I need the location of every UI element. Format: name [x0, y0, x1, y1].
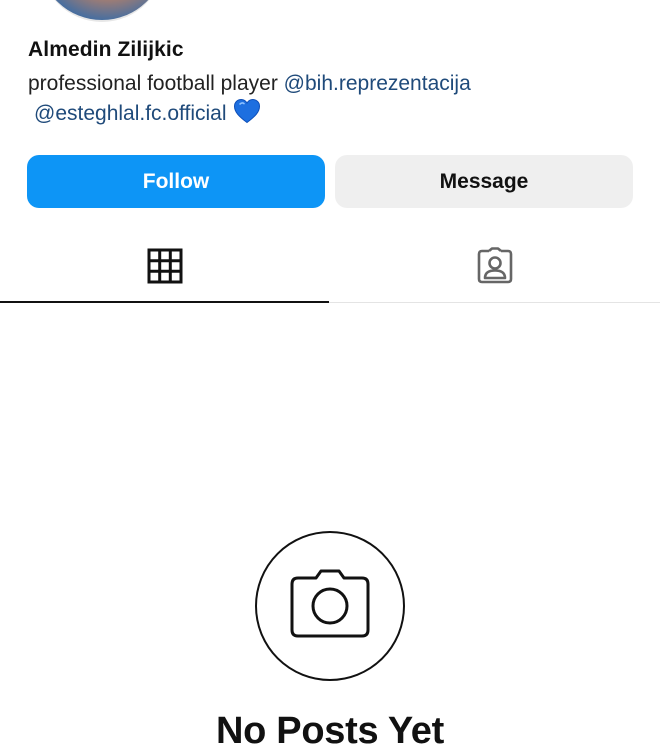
profile-avatar-container[interactable]	[40, 0, 164, 22]
message-button[interactable]: Message	[335, 155, 633, 208]
profile-name: Almedin Zilijkic	[28, 38, 184, 61]
profile-bio: professional football player @bih.reprez…	[28, 70, 648, 98]
camera-icon	[288, 568, 372, 645]
follow-button[interactable]: Follow	[27, 155, 325, 208]
profile-bio-line-2: @esteghlal.fc.official	[34, 98, 261, 132]
blue-heart-icon	[233, 98, 261, 132]
avatar[interactable]	[40, 0, 164, 22]
tab-tagged[interactable]	[329, 232, 660, 304]
tab-divider	[329, 302, 660, 303]
empty-state-icon-circle	[255, 531, 405, 681]
grid-icon	[147, 248, 183, 289]
bio-mention-esteghlal[interactable]: @esteghlal.fc.official	[34, 102, 227, 125]
bio-mention-bih[interactable]: @bih.reprezentacija	[284, 72, 471, 95]
bio-text: professional football player	[28, 72, 278, 95]
tab-posts-active-indicator	[0, 301, 329, 303]
tab-posts[interactable]	[0, 232, 329, 304]
tagged-person-icon	[476, 246, 514, 290]
empty-state-title: No Posts Yet	[216, 710, 444, 752]
